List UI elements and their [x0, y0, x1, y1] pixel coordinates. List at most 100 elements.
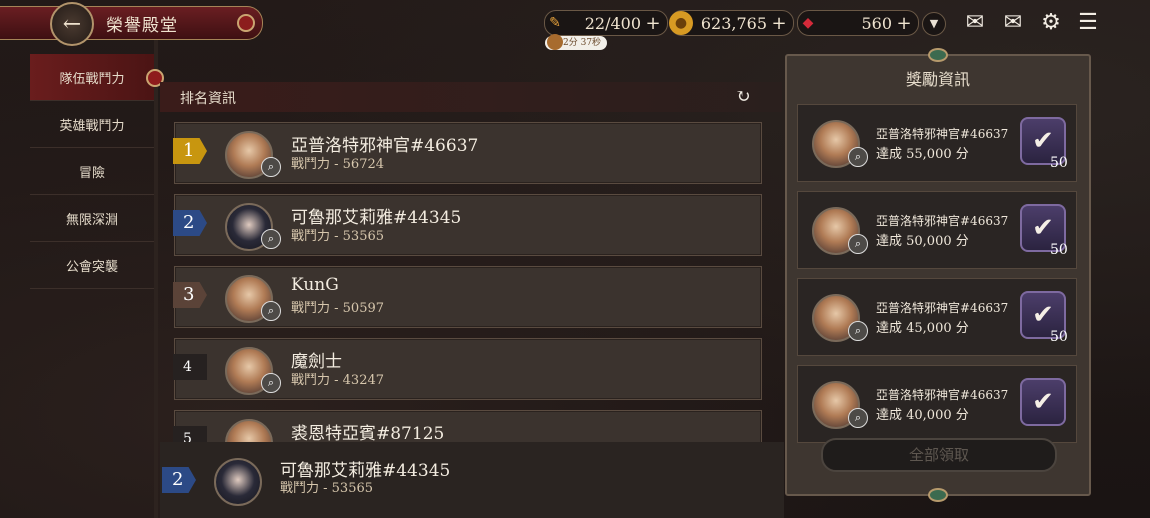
reward-player-name: 亞普洛特邪神官#46637 [876, 388, 1009, 402]
ranking-row[interactable]: 2 ⌕ 可魯那艾莉雅#44345 戰鬥力 - 53565 [173, 194, 762, 256]
reward-player-name: 亞普洛特邪神官#46637 [876, 301, 1009, 315]
bread-icon [547, 34, 563, 50]
magnifier-icon[interactable]: ⌕ [848, 321, 868, 341]
ranking-row[interactable]: 3 ⌕ KunG 戰鬥力 - 50597 [173, 266, 762, 328]
magnifier-icon[interactable]: ⌕ [261, 157, 281, 177]
reward-goal: 達成 55,000 分 [876, 147, 969, 162]
rank-badge: 1 [173, 138, 207, 164]
nav-item-hero-power[interactable]: 英雄戰鬥力 [30, 101, 154, 148]
reward-goal: 達成 50,000 分 [876, 234, 969, 249]
player-power: 戰鬥力 - 43247 [291, 373, 385, 388]
my-ranking-row: 2 可魯那艾莉雅#44345 戰鬥力 - 53565 [160, 442, 784, 518]
player-name: 裘恩特亞賓#87125 [291, 424, 445, 442]
stamina-counter: ✎ 22/400 + [544, 10, 668, 36]
category-nav: 隊伍戰鬥力 英雄戰鬥力 冒險 無限深淵 公會突襲 [30, 54, 164, 289]
arrow-left-icon: ← [62, 11, 82, 37]
magnifier-icon[interactable]: ⌕ [261, 373, 281, 393]
gear-icon: ⚙ [1041, 10, 1061, 35]
chevron-down-icon: ▼ [929, 17, 939, 30]
stamina-add-button[interactable]: + [645, 13, 661, 34]
back-button[interactable]: ← [50, 2, 94, 46]
ranking-row[interactable]: 4 ⌕ 魔劍士 戰鬥力 - 43247 [173, 338, 762, 400]
ornament-top-icon [928, 48, 948, 62]
settings-button[interactable]: ⚙ [1036, 10, 1066, 36]
reward-quantity: 50 [1050, 329, 1068, 345]
rank-badge: 3 [173, 282, 207, 308]
chat-bubble-icon: ✉ [965, 10, 985, 35]
nav-item-guild-raid[interactable]: 公會突襲 [30, 242, 154, 289]
reward-goal: 達成 45,000 分 [876, 321, 969, 336]
magnifier-icon[interactable]: ⌕ [261, 229, 281, 249]
reward-row: ⌕ 亞普洛特邪神官#46637 達成 50,000 分 ✔ 50 [797, 191, 1077, 269]
nav-item-label: 隊伍戰鬥力 [59, 71, 125, 87]
nav-divider [154, 40, 158, 518]
rewards-list[interactable]: ⌕ 亞普洛特邪神官#46637 達成 55,000 分 ✔ 50 ⌕ 亞普洛特邪… [797, 104, 1077, 472]
avatar [214, 458, 262, 506]
ranking-header: 排名資訊 ↻ [160, 82, 782, 112]
reward-player-name: 亞普洛特邪神官#46637 [876, 127, 1009, 141]
player-power: 戰鬥力 - 50597 [291, 301, 385, 316]
gold-counter: ● 623,765 + [669, 10, 794, 36]
rewards-panel: 獎勵資訊 ⌕ 亞普洛特邪神官#46637 達成 55,000 分 ✔ 50 ⌕ … [785, 48, 1091, 502]
crystal-counter: ◆ 560 + [797, 10, 919, 36]
resource-dropdown-button[interactable]: ▼ [922, 12, 946, 36]
nav-item-label: 英雄戰鬥力 [59, 118, 125, 134]
title-gem-icon [237, 14, 255, 32]
gold-add-button[interactable]: + [771, 13, 787, 34]
refresh-icon: ↻ [735, 86, 751, 107]
top-bar: ← 榮譽殿堂 ✎ 22/400 + 2分 37秒 ● 623,765 + ◆ 5… [0, 0, 1150, 50]
ornament-bottom-icon [928, 488, 948, 502]
nav-item-team-power[interactable]: 隊伍戰鬥力 [30, 54, 164, 101]
player-power: 戰鬥力 - 53565 [291, 229, 385, 244]
red-crystal-icon: ◆ [802, 15, 814, 31]
magnifier-icon[interactable]: ⌕ [848, 147, 868, 167]
refresh-button[interactable]: ↻ [732, 86, 754, 108]
reward-quantity: 50 [1050, 242, 1068, 258]
gold-value: 623,765 [700, 13, 767, 33]
magnifier-icon[interactable]: ⌕ [848, 234, 868, 254]
rank-badge: 2 [162, 467, 196, 493]
rank-badge: 4 [173, 354, 207, 380]
avatar [225, 419, 273, 442]
reward-goal: 達成 40,000 分 [876, 408, 969, 423]
reward-quantity: 50 [1050, 155, 1068, 171]
reward-row: ⌕ 亞普洛特邪神官#46637 達成 45,000 分 ✔ 50 [797, 278, 1077, 356]
reward-item-checked[interactable]: ✔ [1020, 378, 1066, 426]
gold-coin-icon: ● [669, 11, 693, 35]
rank-badge: 5 [173, 426, 207, 442]
nav-item-label: 公會突襲 [65, 259, 118, 275]
magnifier-icon[interactable]: ⌕ [261, 301, 281, 321]
checkmark-icon: ✔ [1032, 387, 1054, 417]
hamburger-menu-icon: ☰ [1078, 10, 1098, 35]
reward-row: ⌕ 亞普洛特邪神官#46637 達成 40,000 分 ✔ [797, 365, 1077, 443]
player-name: KunG [291, 275, 339, 295]
menu-button[interactable]: ☰ [1073, 10, 1103, 36]
chat-button[interactable]: ✉ [960, 10, 990, 36]
checkmark-icon: ✔ [1032, 213, 1054, 243]
ranking-row[interactable]: 1 ⌕ 亞普洛特邪神官#46637 戰鬥力 - 56724 [173, 122, 762, 184]
rewards-title: 獎勵資訊 [905, 70, 970, 89]
nav-item-label: 冒險 [78, 165, 105, 181]
mail-button[interactable]: ✉ [998, 10, 1028, 36]
magnifier-icon[interactable]: ⌕ [848, 408, 868, 428]
stamina-timer: 2分 37秒 [545, 34, 608, 50]
checkmark-icon: ✔ [1032, 300, 1054, 330]
reward-row: ⌕ 亞普洛特邪神官#46637 達成 55,000 分 ✔ 50 [797, 104, 1077, 182]
checkmark-icon: ✔ [1032, 126, 1054, 156]
ranking-list[interactable]: 1 ⌕ 亞普洛特邪神官#46637 戰鬥力 - 56724 2 ⌕ 可魯那艾莉雅… [160, 118, 782, 442]
crystal-add-button[interactable]: + [896, 13, 912, 34]
stamina-timer-text: 2分 37秒 [563, 38, 602, 48]
nav-item-infinite-abyss[interactable]: 無限深淵 [30, 195, 154, 242]
nav-item-label: 無限深淵 [65, 212, 118, 228]
player-power: 戰鬥力 - 53565 [280, 481, 374, 496]
page-title: 榮譽殿堂 [106, 16, 178, 36]
player-power: 戰鬥力 - 56724 [291, 157, 385, 172]
stamina-value: 22/400 [584, 13, 641, 33]
nav-item-adventure[interactable]: 冒險 [30, 148, 154, 195]
crystal-value: 560 [861, 13, 892, 33]
ranking-row[interactable]: 5 裘恩特亞賓#87125 [173, 410, 762, 442]
claim-all-button[interactable]: 全部領取 [821, 438, 1057, 472]
stamina-icon: ✎ [549, 15, 561, 31]
mail-icon: ✉ [1003, 10, 1023, 35]
reward-player-name: 亞普洛特邪神官#46637 [876, 214, 1009, 228]
